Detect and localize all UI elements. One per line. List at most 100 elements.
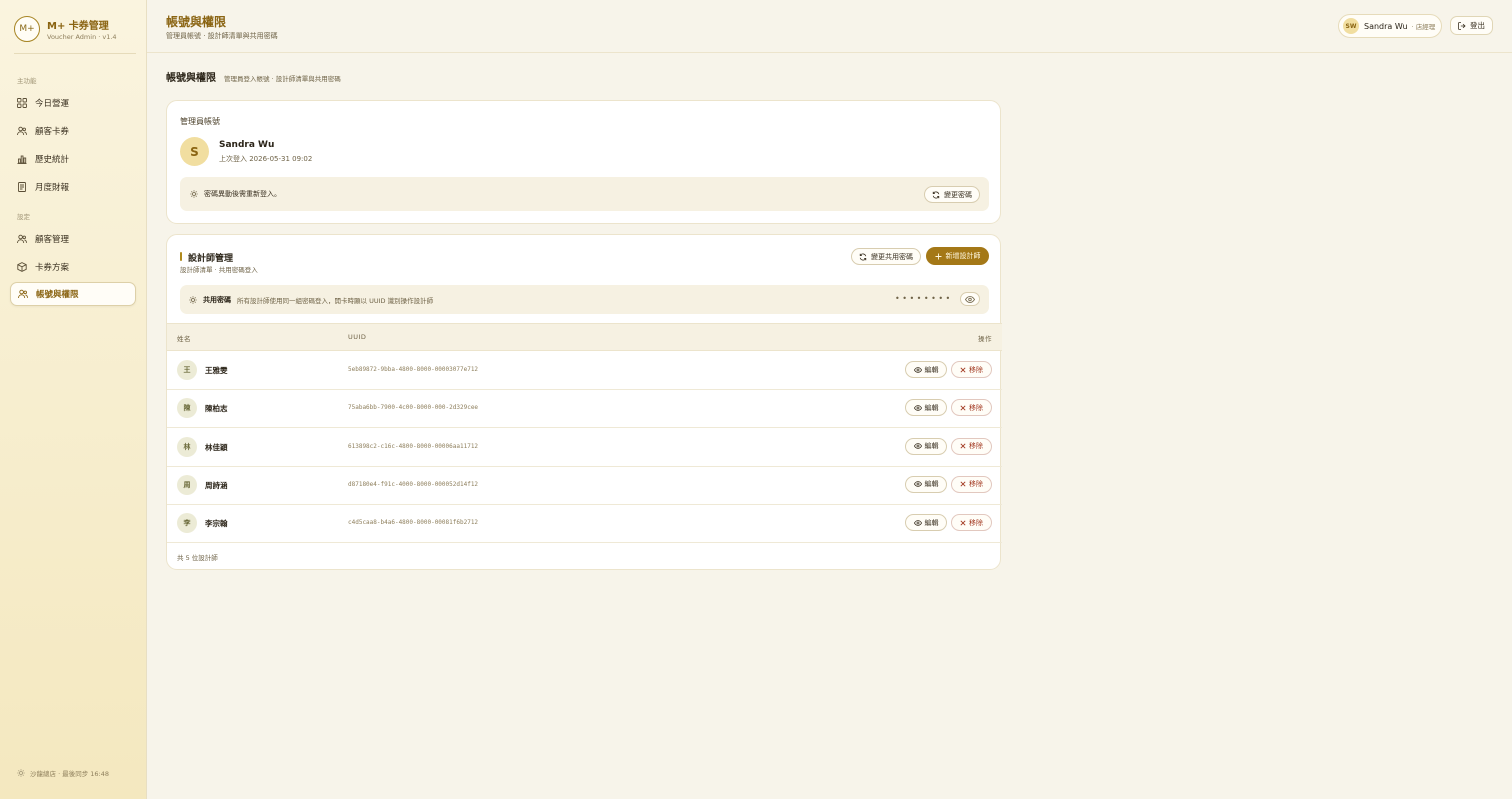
designer-uuid: d87180e4-f91c-4000-8000-000052d14f12 xyxy=(348,480,479,488)
shared-password-label: 共用密碼 xyxy=(203,295,231,304)
sidebar-item-customer-management[interactable]: 顧客管理 xyxy=(10,227,136,251)
document-icon xyxy=(17,182,27,192)
last-login: 上次登入 2026-05-31 09:02 xyxy=(219,155,313,163)
table-row: 陳 陳柏志 75aba6bb-7900-4c00-8000-000-2d329c… xyxy=(167,390,1002,429)
plus-icon xyxy=(935,253,942,260)
designer-name: 陳柏志 xyxy=(205,404,228,414)
brand-logo: M+ xyxy=(14,16,40,42)
button-label: 變更共用密碼 xyxy=(871,252,913,261)
sidebar-item-customer-vouchers[interactable]: 顧客卡券 xyxy=(10,119,136,143)
change-shared-password-button[interactable]: 變更共用密碼 xyxy=(851,248,921,265)
column-header-actions: 操作 xyxy=(978,335,992,343)
edit-button[interactable]: 編輯 xyxy=(905,475,947,493)
sidebar-item-label: 帳號與權限 xyxy=(36,290,79,300)
nav-section-main: 主功能 xyxy=(17,77,37,85)
admin-account-card: 管理員帳號 S Sandra Wu 上次登入 2026-05-31 09:02 … xyxy=(166,100,1001,224)
sidebar-item-label: 顧客卡券 xyxy=(35,127,70,137)
brand-subtitle: Voucher Admin · v1.4 xyxy=(47,33,117,41)
button-label: 移除 xyxy=(969,480,983,489)
button-label: 編輯 xyxy=(924,365,939,374)
eye-icon xyxy=(965,295,975,303)
button-label: 編輯 xyxy=(924,403,939,412)
eye-icon xyxy=(913,443,922,449)
table-row: 王 王雅雯 5eb89872-9bba-4800-8000-00003077e7… xyxy=(167,352,1002,390)
edit-button[interactable]: 編輯 xyxy=(905,399,947,417)
bar-chart-icon xyxy=(17,154,27,164)
remove-button[interactable]: 移除 xyxy=(951,514,992,532)
button-label: 新增設計師 xyxy=(945,252,981,260)
admin-name: Sandra Wu xyxy=(219,140,275,150)
designer-name: 周詩涵 xyxy=(205,480,228,490)
sidebar: M+ M+ 卡券管理 Voucher Admin · v1.4 主功能 今日營運… xyxy=(0,0,147,799)
eye-icon xyxy=(913,366,922,373)
users-icon xyxy=(17,126,27,136)
sidebar-item-label: 歷史統計 xyxy=(35,155,70,165)
button-label: 變更密碼 xyxy=(944,190,972,199)
button-label: 移除 xyxy=(969,403,983,412)
remove-button[interactable]: 移除 xyxy=(951,361,992,378)
avatar: SW xyxy=(1343,18,1359,34)
card-subtitle: 設計師清單 · 共用密碼登入 xyxy=(180,266,258,274)
edit-button[interactable]: 編輯 xyxy=(905,361,947,378)
page-subtitle: 管理員帳號 · 設計師清單與共用密碼 xyxy=(166,32,278,40)
table-row: 林 林佳穎 613898c2-c16c-4800-8000-00006aa117… xyxy=(167,429,1002,467)
designer-name: 李宗翰 xyxy=(205,519,228,529)
edit-button[interactable]: 編輯 xyxy=(905,514,947,532)
sidebar-item-label: 卡券方案 xyxy=(35,263,70,273)
avatar: 陳 xyxy=(177,398,197,419)
page-title: 帳號與權限 xyxy=(166,15,227,29)
sidebar-item-voucher-plans[interactable]: 卡券方案 xyxy=(10,255,136,279)
close-icon xyxy=(960,481,966,487)
logout-button[interactable]: 登出 xyxy=(1450,16,1493,35)
remove-button[interactable]: 移除 xyxy=(951,475,992,493)
title-accent-bar xyxy=(180,252,182,261)
remove-button[interactable]: 移除 xyxy=(951,399,992,417)
shared-password-description: 所有設計師使用同一組密碼登入，開卡時顯以 UUID 識別操作設計師 xyxy=(237,296,434,305)
user-name: Sandra Wu xyxy=(1364,21,1408,31)
designer-uuid: 75aba6bb-7900-4c00-8000-000-2d329cee xyxy=(348,404,479,412)
logout-icon xyxy=(1458,21,1466,30)
sidebar-item-label: 今日營運 xyxy=(35,99,70,109)
password-notice: 密碼異動後需重新登入。 xyxy=(180,177,989,211)
sidebar-divider xyxy=(14,53,136,54)
eye-icon xyxy=(913,481,922,488)
brand-title: M+ 卡券管理 xyxy=(47,21,109,32)
sidebar-item-today[interactable]: 今日營運 xyxy=(10,91,136,115)
section-heading: 帳號與權限 管理員登入帳號 · 設計師清單與共用密碼 xyxy=(166,69,341,84)
button-label: 編輯 xyxy=(924,480,939,489)
logout-label: 登出 xyxy=(1470,21,1485,30)
refresh-icon xyxy=(932,191,940,199)
designers-card: 設計師管理 設計師清單 · 共用密碼登入 變更共用密碼 新增設計師 共用密碼 所… xyxy=(166,234,1002,570)
reveal-password-button[interactable] xyxy=(960,292,980,306)
change-password-button[interactable]: 變更密碼 xyxy=(924,186,980,203)
remove-button[interactable]: 移除 xyxy=(951,437,992,455)
sidebar-item-label: 顧客管理 xyxy=(35,235,70,245)
add-designer-button[interactable]: 新增設計師 xyxy=(926,247,989,265)
table-row: 周 周詩涵 d87180e4-f91c-4000-8000-000052d14f… xyxy=(167,467,1002,505)
edit-button[interactable]: 編輯 xyxy=(905,437,947,455)
brand[interactable]: M+ M+ 卡券管理 Voucher Admin · v1.4 xyxy=(14,16,117,42)
close-icon xyxy=(960,405,966,411)
user-menu[interactable]: SW Sandra Wu · 店經理 xyxy=(1338,14,1442,38)
sidebar-item-history-stats[interactable]: 歷史統計 xyxy=(10,147,136,171)
column-header-uuid: UUID xyxy=(348,333,367,341)
shared-password-mask: •••••••• xyxy=(895,294,953,303)
avatar: S xyxy=(180,137,209,166)
grid-icon xyxy=(17,98,27,108)
designer-name: 林佳穎 xyxy=(205,442,228,452)
topbar: 帳號與權限 管理員帳號 · 設計師清單與共用密碼 SW Sandra Wu · … xyxy=(147,0,1512,53)
button-label: 移除 xyxy=(969,365,983,374)
nav-section-settings: 設定 xyxy=(17,213,30,221)
table-header: 姓名 UUID 操作 xyxy=(167,323,1002,351)
sidebar-item-monthly-report[interactable]: 月度財報 xyxy=(10,175,136,199)
users-icon xyxy=(18,289,28,299)
avatar: 李 xyxy=(177,513,197,534)
sidebar-item-accounts-permissions[interactable]: 帳號與權限 xyxy=(10,282,136,306)
sidebar-item-label: 月度財報 xyxy=(35,183,70,193)
designer-uuid: 5eb89872-9bba-4800-8000-00003077e712 xyxy=(348,366,479,373)
close-icon xyxy=(960,366,966,373)
button-label: 移除 xyxy=(969,518,983,527)
designer-name: 王雅雯 xyxy=(205,366,228,375)
sidebar-footer: 沙龍總店 · 最後同步 16:48 xyxy=(17,768,109,778)
section-subtitle: 管理員登入帳號 · 設計師清單與共用密碼 xyxy=(224,75,341,83)
